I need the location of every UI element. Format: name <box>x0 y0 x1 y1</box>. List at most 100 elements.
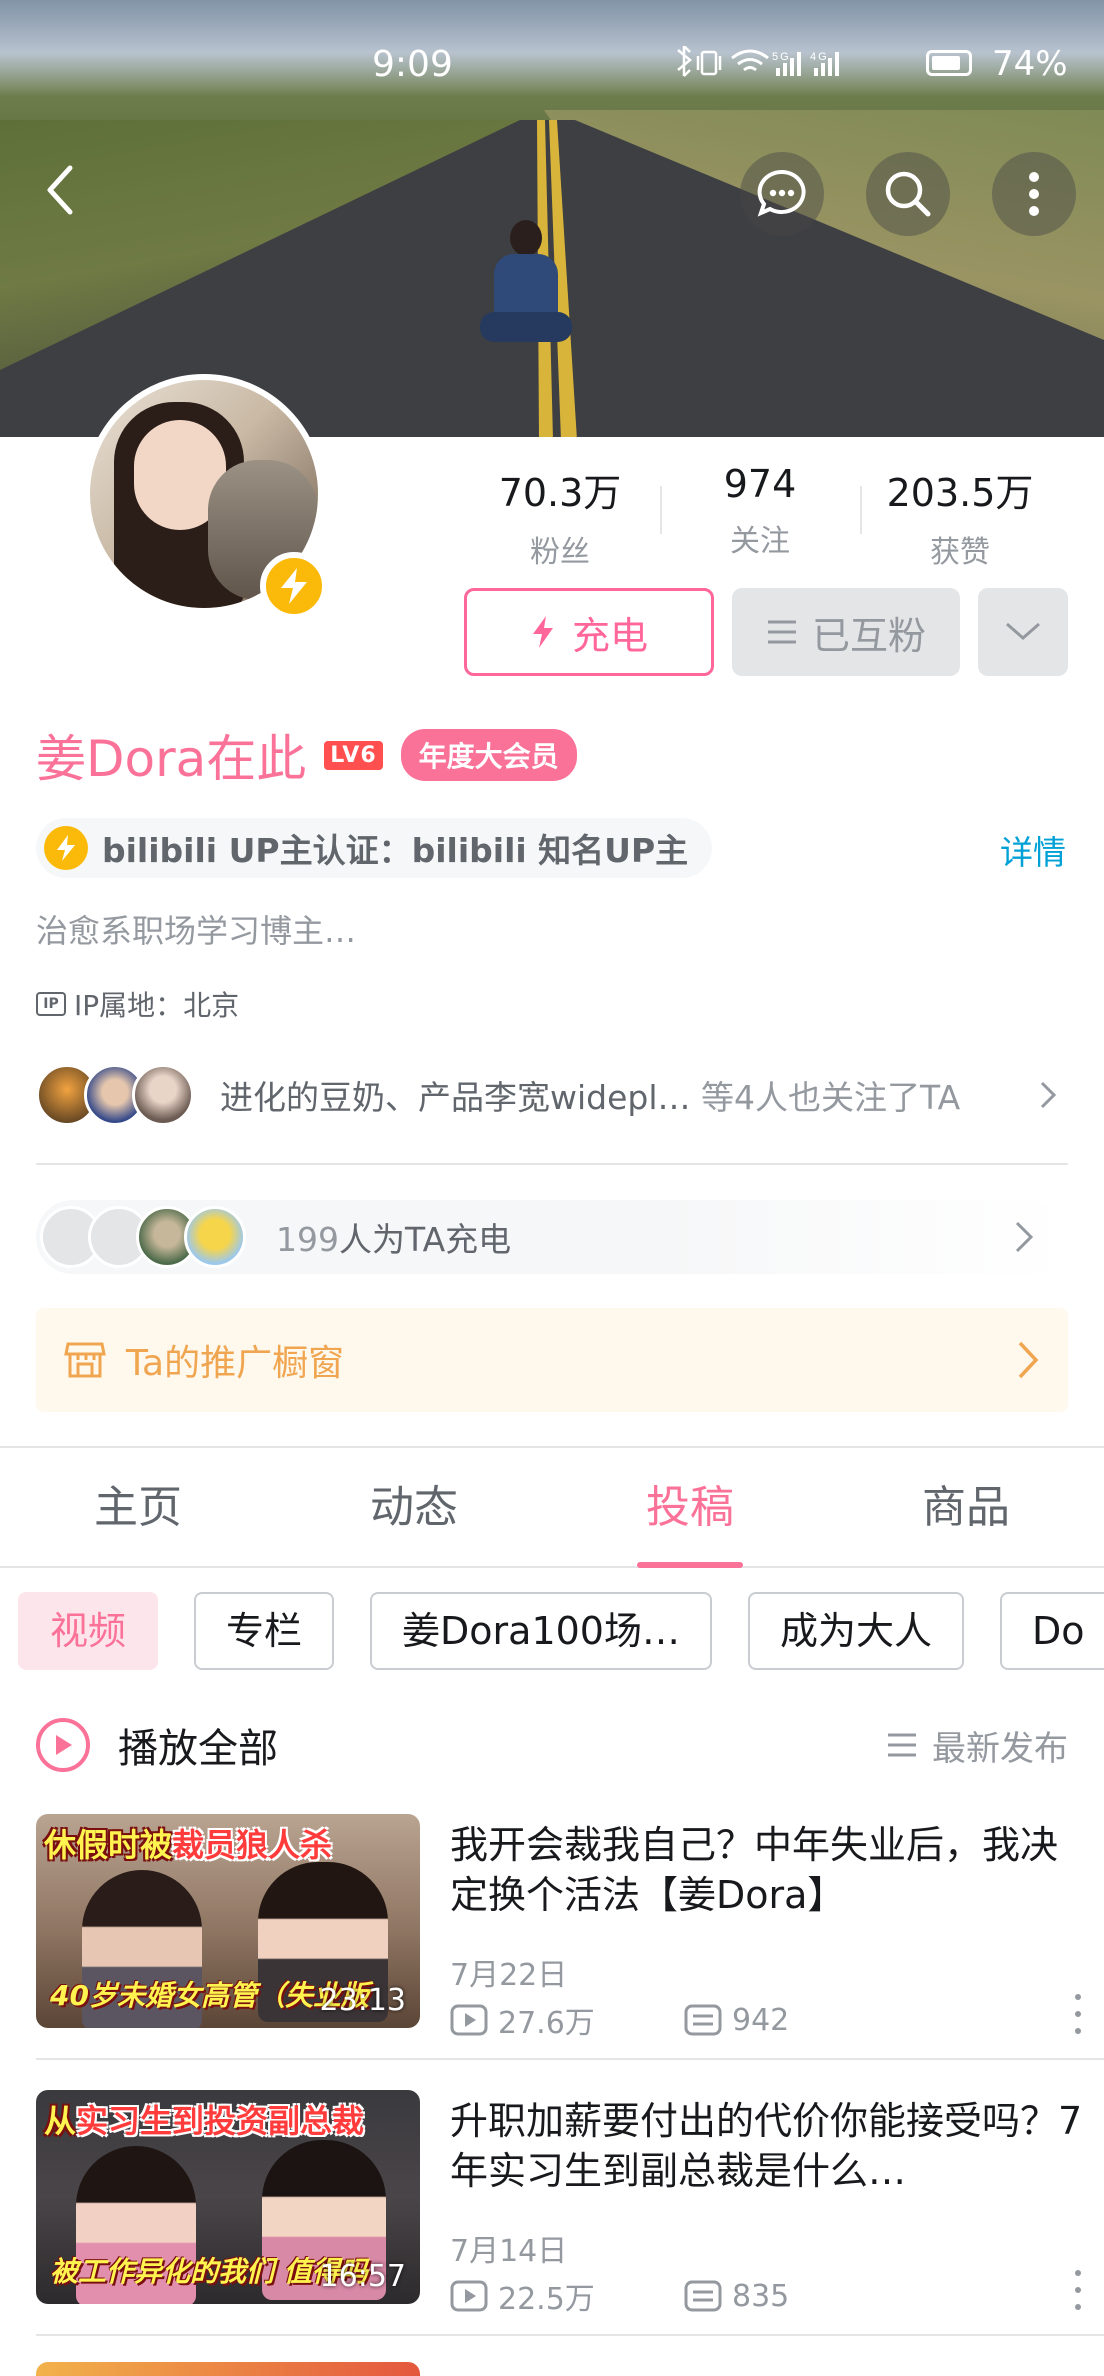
stat-value: 974 <box>723 462 797 506</box>
stat-followers[interactable]: 70.3万 粉丝 <box>460 462 660 570</box>
stat-label: 关注 <box>730 524 790 559</box>
video-duration: 23:13 <box>319 1983 406 2018</box>
charge-button[interactable]: 充电 <box>464 588 714 676</box>
sort-button[interactable]: 最新发布 <box>886 1721 1068 1770</box>
shop-window-label: Ta的推广橱窗 <box>126 1343 345 1384</box>
thumbnail-caption-b: 裁员狼人杀 <box>172 1826 333 1864</box>
shop-window-banner[interactable]: Ta的推广橱窗 <box>36 1308 1068 1412</box>
chevron-right-icon <box>1028 1075 1068 1115</box>
tab-uploads[interactable]: 投稿 <box>552 1448 828 1568</box>
chip-articles[interactable]: 专栏 <box>194 1592 335 1670</box>
back-icon <box>47 165 73 215</box>
tab-dynamics[interactable]: 动态 <box>276 1448 552 1566</box>
video-comments: 942 <box>732 2002 790 2038</box>
tab-products[interactable]: 商品 <box>828 1448 1104 1566</box>
username-row: 姜Dora在此 LV6 年度大会员 <box>36 720 577 790</box>
chargers-row[interactable]: 199人为TA充电 <box>36 1200 1068 1274</box>
message-button[interactable] <box>740 152 824 236</box>
stat-following[interactable]: 974 关注 <box>660 462 860 562</box>
username: 姜Dora在此 <box>36 730 307 788</box>
network-icons: 5G 4G <box>677 45 839 77</box>
search-button[interactable] <box>866 152 950 236</box>
stat-label: 获赞 <box>930 535 990 570</box>
expand-button[interactable] <box>978 588 1068 676</box>
banner-person <box>480 220 572 360</box>
status-bar: 9:09 5G 4G 74% <box>0 0 1104 130</box>
play-icon[interactable] <box>36 1718 90 1772</box>
menu-lines-icon <box>767 620 796 644</box>
mutual-button-label: 已互粉 <box>811 613 926 658</box>
chevron-down-icon <box>1006 622 1040 640</box>
chip-series-more[interactable]: Do <box>1000 1592 1104 1670</box>
video-thumbnail[interactable]: 从实习生到投资副总裁 被工作异化的我们 值得吗 16:57 <box>36 2090 420 2304</box>
filter-chips: 视频 专栏 姜Dora100场… 成为大人 Do <box>0 1592 1104 1670</box>
video-comments: 835 <box>732 2278 790 2314</box>
chip-videos[interactable]: 视频 <box>18 1592 159 1670</box>
video-title[interactable]: 升职加薪要付出的代价你能接受吗？7年实习生到副总裁是什么… <box>450 2096 1090 2196</box>
play-count-icon <box>450 2004 488 2036</box>
chargers-count: 199 <box>276 1220 339 1259</box>
chip-series-100[interactable]: 姜Dora100场… <box>370 1592 712 1670</box>
sort-label: 最新发布 <box>932 1728 1068 1769</box>
chip-series-adult[interactable]: 成为大人 <box>747 1592 964 1670</box>
menu-lines-icon <box>888 1733 916 1757</box>
video-item[interactable]: 休假时被裁员狼人杀 40岁未婚女高管（失业版 23:13 我开会裁我自己？中年失… <box>36 1814 1104 2041</box>
video-title[interactable]: 我开会裁我自己？中年失业后，我决定换个活法【姜Dora】 <box>450 1820 1090 1920</box>
stat-value: 203.5万 <box>886 471 1034 515</box>
svg-text:5G: 5G <box>772 51 791 63</box>
thumbnail-caption-b: 实习生到投资副总裁 <box>76 2102 365 2140</box>
lightning-icon <box>281 568 307 604</box>
play-all-row: 播放全部 最新发布 <box>36 1710 1068 1780</box>
video-stats: 27.6万 942 <box>450 1998 918 2042</box>
video-stats: 22.5万 835 <box>450 2274 918 2318</box>
comment-icon <box>684 2280 722 2312</box>
chevron-right-icon <box>1018 1341 1039 1379</box>
divider <box>36 2334 1104 2336</box>
divider <box>36 1163 1068 1165</box>
lightning-icon <box>532 616 553 648</box>
thumbnail-caption: 从实习生到投资副总裁 <box>44 2096 364 2142</box>
storefront-icon <box>64 1342 106 1378</box>
video-more-icon[interactable] <box>1068 2270 1088 2310</box>
play-all-button[interactable]: 播放全部 <box>118 1716 886 1774</box>
stat-label: 粉丝 <box>530 535 590 570</box>
more-vertical-icon <box>1029 172 1039 216</box>
video-date: 7月22日 <box>450 1958 568 1993</box>
bio[interactable]: 治愈系职场学习博主… <box>36 906 356 952</box>
charge-button-label: 充电 <box>571 613 648 658</box>
more-options-button[interactable] <box>992 152 1076 236</box>
mutual-follow-button[interactable]: 已互粉 <box>732 588 960 676</box>
mutual-followers-names: 进化的豆奶、产品李宽widepl… <box>220 1078 691 1117</box>
stat-likes[interactable]: 203.5万 获赞 <box>860 462 1060 570</box>
up-verified-badge <box>260 552 328 620</box>
search-icon <box>885 171 931 217</box>
divider <box>36 2058 1104 2060</box>
chargers-label: 人为TA充电 <box>339 1220 512 1259</box>
video-views: 22.5万 <box>498 2282 595 2317</box>
video-duration: 16:57 <box>319 2259 406 2294</box>
video-thumbnail[interactable] <box>36 2362 420 2376</box>
verification-detail-link[interactable]: 详情 <box>1000 826 1066 874</box>
avatar <box>132 1064 194 1126</box>
video-thumbnail[interactable]: 休假时被裁员狼人杀 40岁未婚女高管（失业版 23:13 <box>36 1814 420 2028</box>
back-button[interactable] <box>40 160 90 230</box>
video-item[interactable]: 从实习生到投资副总裁 被工作异化的我们 值得吗 16:57 升职加薪要付出的代价… <box>36 2090 1104 2317</box>
mutual-followers-text: 进化的豆奶、产品李宽widepl… 等4人也关注了TA <box>220 1071 1028 1119</box>
video-more-icon[interactable] <box>1068 1994 1088 2034</box>
mutual-followers-count: 等4人也关注了TA <box>701 1078 961 1117</box>
video-views: 27.6万 <box>498 2006 595 2041</box>
stat-value: 70.3万 <box>498 471 622 515</box>
video-item[interactable] <box>36 2362 1104 2376</box>
thumbnail-caption-a: 休假时被 <box>44 1826 173 1864</box>
verification-tag[interactable]: bilibili UP主认证：bilibili 知名UP主 <box>36 818 713 878</box>
vip-badge[interactable]: 年度大会员 <box>400 729 577 781</box>
chargers-text: 199人为TA充电 <box>276 1213 1004 1261</box>
battery-percent: 74% <box>992 44 1068 84</box>
thumbnail-caption-a: 从 <box>44 2102 77 2140</box>
tab-home[interactable]: 主页 <box>0 1448 276 1566</box>
profile-tabs: 主页 动态 投稿 商品 <box>0 1448 1104 1568</box>
status-time: 9:09 <box>372 44 453 85</box>
ip-icon: IP <box>36 992 66 1016</box>
ip-location: IP IP属地：北京 <box>36 984 239 1024</box>
mutual-followers-row[interactable]: 进化的豆奶、产品李宽widepl… 等4人也关注了TA <box>36 1060 1068 1130</box>
